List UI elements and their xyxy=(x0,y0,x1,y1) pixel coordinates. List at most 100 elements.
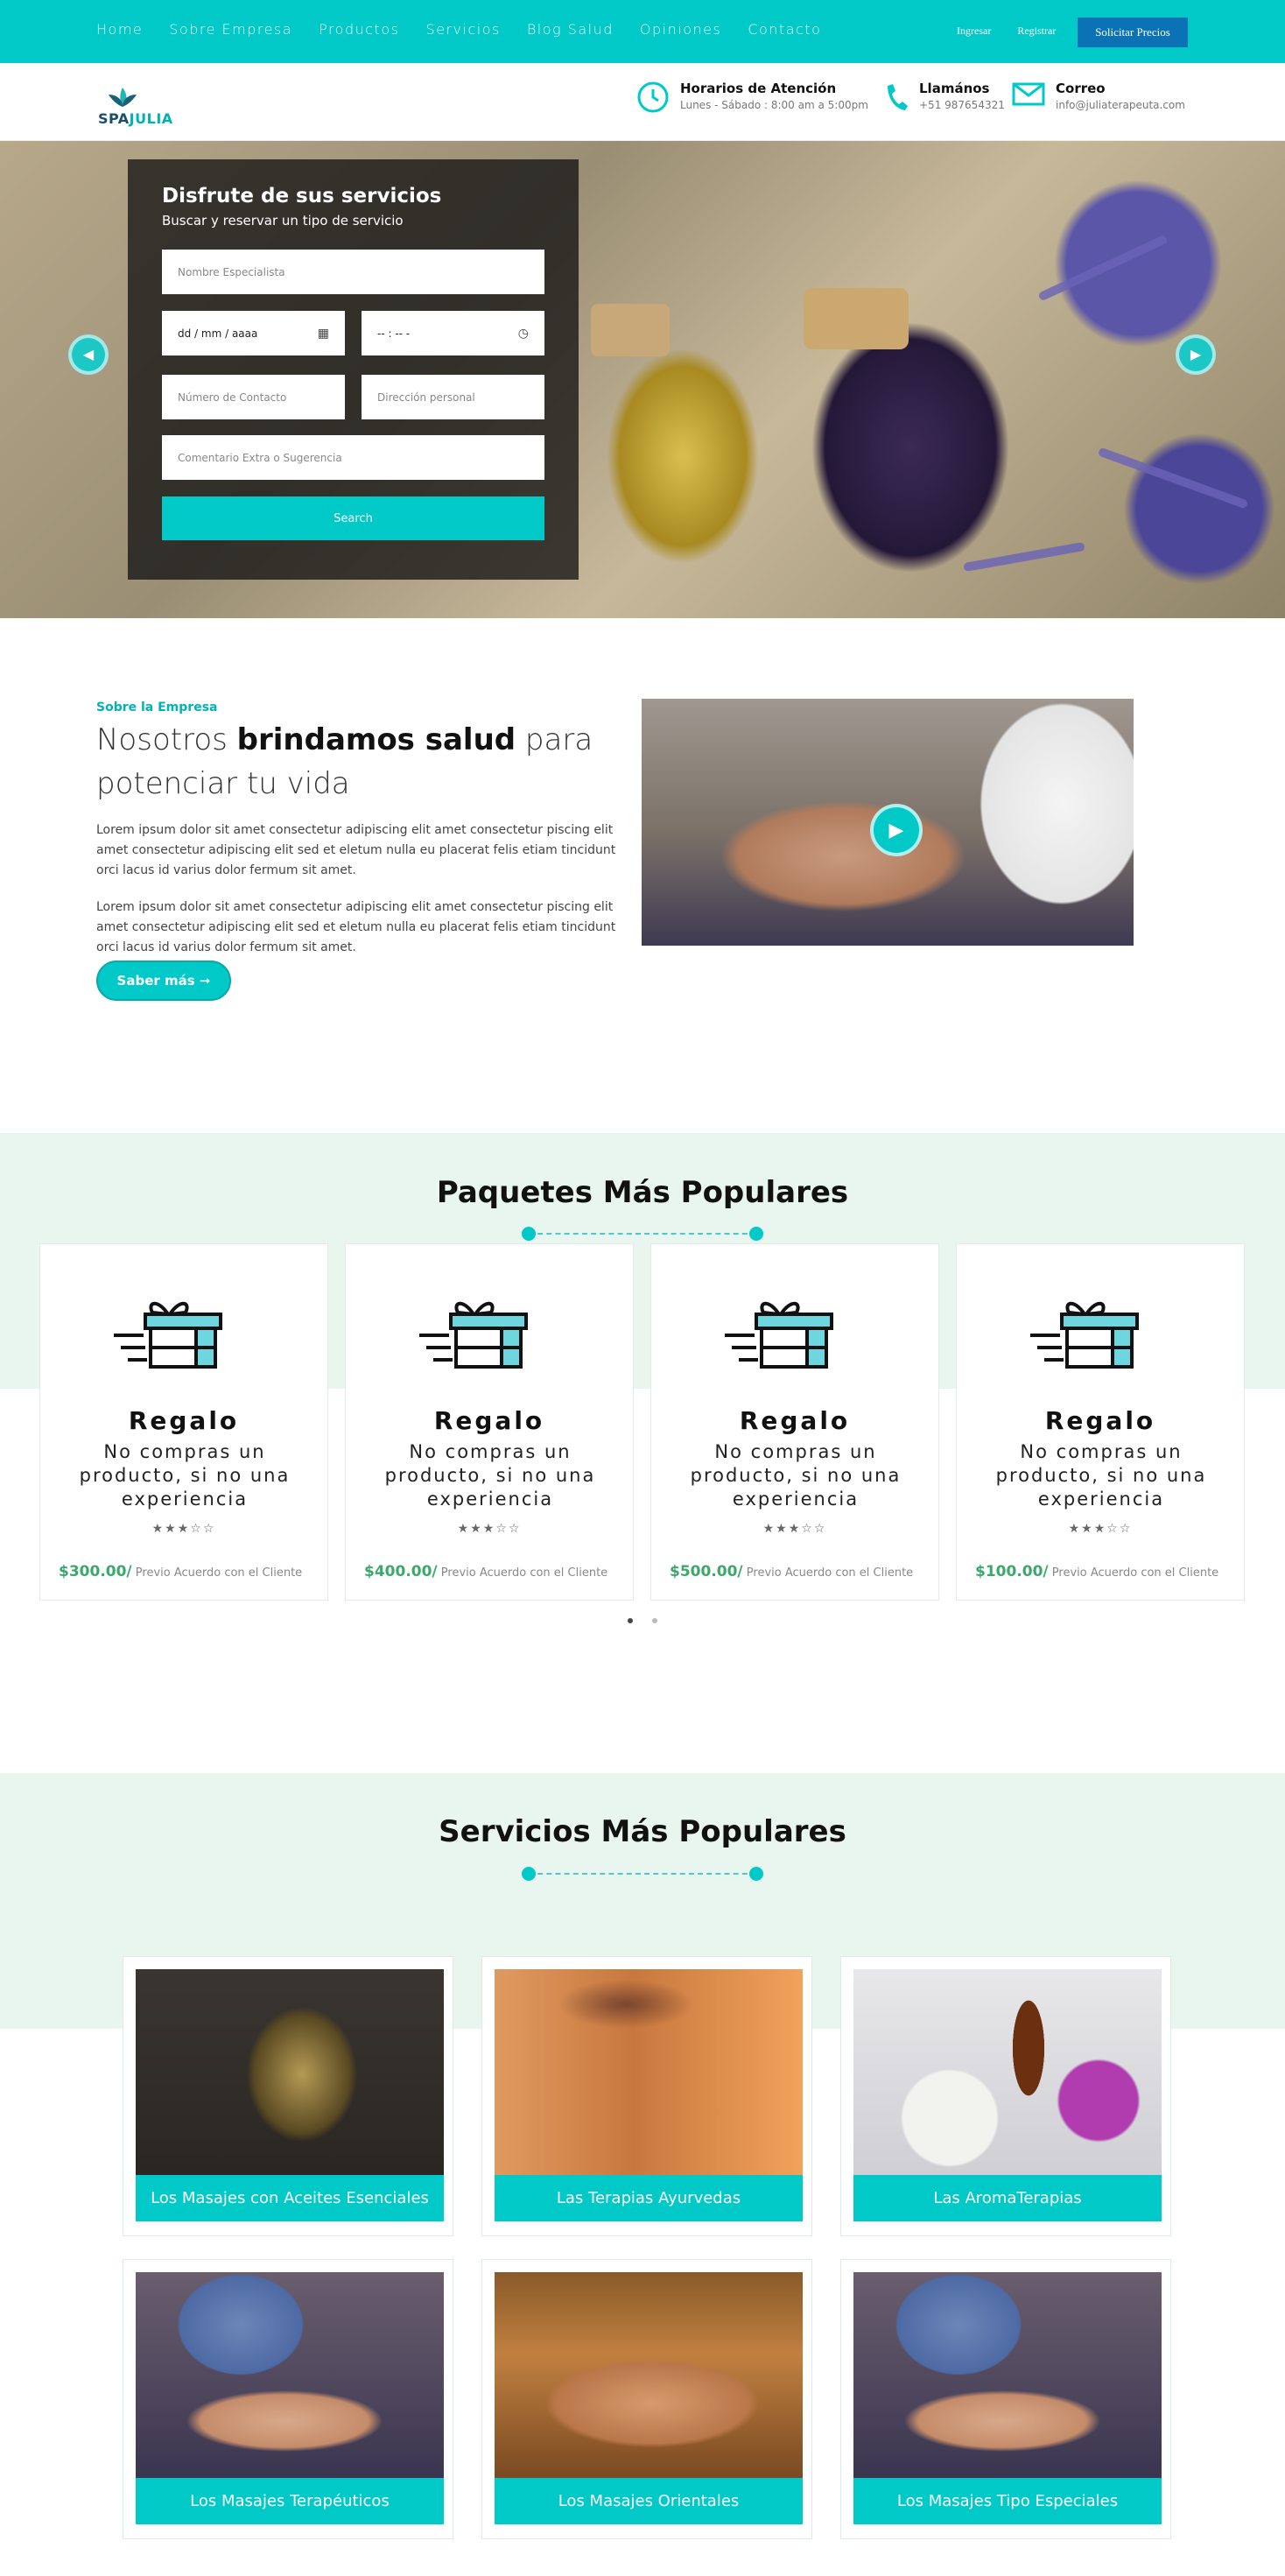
specialist-name-placeholder: Nombre Especialista xyxy=(178,265,285,278)
price-value: $300.00/ xyxy=(59,1563,132,1580)
service-photo[interactable] xyxy=(136,2272,444,2478)
package-card[interactable]: Regalo No compras un producto, si no una… xyxy=(39,1243,328,1601)
nav-opiniones[interactable]: Opiniones xyxy=(640,21,721,38)
price-value: $100.00/ xyxy=(975,1563,1049,1580)
packages-title: Paquetes Más Populares xyxy=(436,1175,849,1210)
nav-contacto[interactable]: Contacto xyxy=(748,21,821,38)
brand-name[interactable]: SPAJULIA xyxy=(98,110,173,127)
divider-line xyxy=(529,1873,756,1875)
comment-input[interactable]: Comentario Extra o Sugerencia xyxy=(162,435,544,480)
service-card[interactable]: Los Masajes Orientales xyxy=(481,2259,812,2539)
service-photo[interactable] xyxy=(853,2272,1162,2478)
price-value: $500.00/ xyxy=(670,1563,743,1580)
package-card[interactable]: Regalo No compras un producto, si no una… xyxy=(956,1243,1245,1601)
clock-icon[interactable]: ◷ xyxy=(518,327,529,341)
divider-dot xyxy=(522,1227,536,1241)
booking-form-title: Disfrute de sus servicios xyxy=(162,185,442,208)
phone-value[interactable]: +51 987654321 xyxy=(919,99,1005,111)
slider-next-button[interactable]: ▶ xyxy=(1176,334,1216,375)
package-name: Regalo xyxy=(1044,1406,1156,1435)
service-card[interactable]: Los Masajes con Aceites Esenciales xyxy=(123,1956,453,2236)
carousel-dot[interactable] xyxy=(652,1618,657,1623)
brand-name-a: SPA xyxy=(98,110,130,127)
price-value: $400.00/ xyxy=(364,1563,438,1580)
rating-stars: ★★★☆☆ xyxy=(151,1521,216,1535)
booking-form-subtitle: Buscar y reservar un tipo de servicio xyxy=(162,213,404,229)
service-photo[interactable] xyxy=(853,1969,1162,2175)
about-paragraph-2: Lorem ipsum dolor sit amet consectetur a… xyxy=(96,900,616,954)
clock-icon xyxy=(637,81,669,113)
learn-more-button[interactable]: Saber más ➞ xyxy=(96,961,231,1001)
package-card[interactable]: Regalo No compras un producto, si no una… xyxy=(650,1243,939,1601)
service-card[interactable]: Las AromaTerapias xyxy=(840,1956,1171,2236)
service-card[interactable]: Las Terapias Ayurvedas xyxy=(481,1956,812,2236)
divider-dot xyxy=(749,1227,763,1241)
service-caption[interactable]: Los Masajes Tipo Especiales xyxy=(853,2478,1162,2524)
package-name: Regalo xyxy=(739,1406,851,1435)
service-photo[interactable] xyxy=(495,2272,803,2478)
about-heading-part1: Nosotros xyxy=(96,722,237,757)
nav-sobre-empresa[interactable]: Sobre Empresa xyxy=(169,21,292,38)
package-price: $400.00/ Previo Acuerdo con el Cliente xyxy=(364,1563,607,1580)
login-link[interactable]: Ingresar xyxy=(957,25,991,38)
lavender-sprig xyxy=(963,541,1085,573)
phone-icon xyxy=(888,84,908,110)
brand-name-b: JULIA xyxy=(129,110,173,127)
phone-info: Llamános +51 987654321 xyxy=(882,81,1005,114)
oil-bottle-cork xyxy=(591,304,670,356)
services-divider xyxy=(522,1867,763,1881)
package-price: $300.00/ Previo Acuerdo con el Cliente xyxy=(59,1563,302,1580)
address-placeholder: Dirección personal xyxy=(377,391,475,404)
hours-info: Horarios de Atención Lunes - Sábado : 8:0… xyxy=(636,81,868,114)
service-photo[interactable] xyxy=(495,1969,803,2175)
service-caption[interactable]: Las AromaTerapias xyxy=(853,2175,1162,2221)
date-input-value: dd / mm / aaaa xyxy=(178,327,258,340)
request-quote-button[interactable]: Solicitar Precios xyxy=(1078,18,1188,47)
package-card[interactable]: Regalo No compras un producto, si no una… xyxy=(345,1243,634,1601)
nav-productos[interactable]: Productos xyxy=(319,21,399,38)
nav-home[interactable]: Home xyxy=(96,21,143,38)
email-value[interactable]: info@juliaterapeuta.com xyxy=(1056,99,1185,111)
divider-dot xyxy=(749,1867,763,1881)
triangle-right-icon: ▶ xyxy=(1190,348,1202,362)
service-caption[interactable]: Las Terapias Ayurvedas xyxy=(495,2175,803,2221)
service-card[interactable]: Los Masajes Tipo Especiales xyxy=(840,2259,1171,2539)
rating-stars: ★★★☆☆ xyxy=(457,1521,522,1535)
hours-value: Lunes - Sábado : 8:00 am a 5:00pm xyxy=(680,99,868,111)
service-caption[interactable]: Los Masajes Terapéuticos xyxy=(136,2478,444,2524)
carousel-dot-active[interactable] xyxy=(628,1618,633,1623)
play-video-button[interactable]: ▶ xyxy=(870,804,923,856)
nav-blog-salud[interactable]: Blog Salud xyxy=(527,21,614,38)
contact-number-input[interactable]: Número de Contacto xyxy=(162,375,345,419)
service-caption[interactable]: Los Masajes Orientales xyxy=(495,2478,803,2524)
register-link[interactable]: Registrar xyxy=(1017,25,1056,38)
about-section-tag: Sobre la Empresa xyxy=(96,700,218,714)
package-description: No compras un producto, si no una experi… xyxy=(384,1441,596,1510)
gift-icon xyxy=(419,1301,528,1369)
envelope-icon xyxy=(1012,82,1045,106)
price-note: Previo Acuerdo con el Cliente xyxy=(131,1566,303,1580)
main-nav: Home Sobre Empresa Productos Servicios B… xyxy=(96,21,821,38)
comment-placeholder: Comentario Extra o Sugerencia xyxy=(178,451,342,464)
nav-servicios[interactable]: Servicios xyxy=(425,21,500,38)
gift-icon xyxy=(725,1301,833,1369)
contact-number-placeholder: Número de Contacto xyxy=(178,391,287,404)
service-photo[interactable] xyxy=(136,1969,444,2175)
date-input[interactable]: dd / mm / aaaa ▦ xyxy=(162,311,345,355)
account-links: Ingresar Registrar xyxy=(957,25,1056,38)
about-heading-bold: brindamos salud xyxy=(236,722,516,757)
lavender-sprig xyxy=(1097,447,1249,510)
time-input[interactable]: -- : -- - ◷ xyxy=(362,311,544,355)
service-card[interactable]: Los Masajes Terapéuticos xyxy=(123,2259,453,2539)
search-button[interactable]: Search xyxy=(162,496,544,540)
slider-prev-button[interactable]: ◀ xyxy=(68,334,109,375)
address-input[interactable]: Dirección personal xyxy=(362,375,544,419)
email-info: Correo info@juliaterapeuta.com xyxy=(1012,81,1185,111)
calendar-icon[interactable]: ▦ xyxy=(318,327,329,341)
gift-icon xyxy=(1030,1301,1139,1369)
price-note: Previo Acuerdo con el Cliente xyxy=(742,1566,914,1580)
package-price: $500.00/ Previo Acuerdo con el Cliente xyxy=(670,1563,913,1580)
service-caption[interactable]: Los Masajes con Aceites Esenciales xyxy=(136,2175,444,2221)
package-name: Regalo xyxy=(128,1406,240,1435)
specialist-name-input[interactable]: Nombre Especialista xyxy=(162,250,544,294)
